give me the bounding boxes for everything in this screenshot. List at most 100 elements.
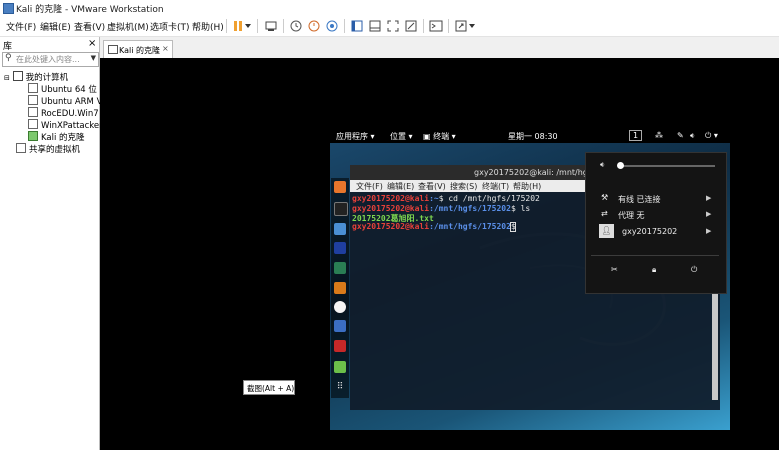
search-placeholder: 在此处键入内容...: [16, 55, 80, 64]
tree-item-shared-vms[interactable]: 共享的虚拟机: [16, 143, 80, 155]
menu-tabs[interactable]: 选项卡(T): [150, 20, 190, 33]
terminal-scrollbar[interactable]: [712, 290, 718, 400]
terminal-menu-search[interactable]: 搜索(S): [450, 181, 477, 192]
library-header: 库 ×: [0, 37, 99, 52]
volume-icon[interactable]: 🔉︎: [690, 131, 695, 141]
library-close-icon[interactable]: ×: [88, 38, 96, 49]
kali-dock: ⠿: [331, 178, 349, 398]
terminal-menu-edit[interactable]: 编辑(E): [387, 181, 414, 192]
tree-item-vm[interactable]: Ubuntu 64 位: [28, 83, 97, 95]
library-search-input[interactable]: ⚲ 在此处键入内容... ▼: [2, 52, 99, 67]
vm-tab-icon: [108, 45, 118, 54]
snapshot-manager-icon[interactable]: [324, 18, 340, 34]
tree-item-vm[interactable]: RocEDU.Win7: [28, 107, 99, 119]
tab-kali-clone[interactable]: Kali 的克隆 ×: [103, 40, 173, 59]
workspace-indicator[interactable]: 1: [629, 130, 643, 141]
tab-close-icon[interactable]: ×: [162, 44, 169, 53]
screenshot-tooltip: 截图(Alt + A): [243, 380, 295, 395]
wired-network-item[interactable]: 有线 已连接: [618, 194, 661, 205]
files-icon[interactable]: [334, 223, 346, 235]
library-title: 库: [3, 42, 13, 52]
terminal-menu-file[interactable]: 文件(F): [356, 181, 383, 192]
terminal-prompt: gxy20175202@kali: [352, 222, 430, 231]
vm-icon: [28, 95, 38, 105]
chevron-right-icon: ▶: [706, 194, 712, 202]
full-screen-icon[interactable]: [385, 18, 401, 34]
network-status-icon[interactable]: ⁂: [655, 131, 663, 140]
terminal-menu-terminal[interactable]: 终端(T): [482, 181, 509, 192]
vm-icon: [28, 119, 38, 129]
volume-slider-handle[interactable]: [617, 162, 624, 169]
terminal-prompt: gxy20175202@kali: [352, 204, 430, 213]
terminal-small-icon: ▣: [423, 132, 434, 141]
show-apps-icon[interactable]: ⠿: [334, 381, 346, 393]
tab-label: Kali 的克隆: [119, 46, 160, 55]
places-menu[interactable]: 位置 ▾: [390, 131, 413, 142]
computer-icon: [12, 71, 23, 81]
terminal-command: $ cd /mnt/hgfs/175202: [438, 194, 540, 203]
menu-vm[interactable]: 虚拟机(M): [107, 20, 149, 33]
applications-menu[interactable]: 应用程序 ▾: [336, 131, 375, 142]
vmware-app-icon: [3, 3, 14, 14]
terminal-menu-view[interactable]: 查看(V): [418, 181, 446, 192]
terminal-path: :/mnt/hgfs/175202: [429, 204, 511, 213]
tree-item-vm[interactable]: Ubuntu ARM V1: [28, 95, 108, 107]
beef-icon[interactable]: [334, 320, 346, 332]
proxy-icon: ⇄: [601, 209, 608, 218]
faraday-icon[interactable]: [334, 340, 346, 352]
proxy-item[interactable]: 代理 无: [618, 210, 645, 221]
menu-file[interactable]: 文件(F): [6, 20, 36, 33]
terminal-menu[interactable]: ▣ 终端 ▾: [423, 131, 456, 142]
metasploit-icon[interactable]: [334, 242, 346, 254]
search-dropdown-icon[interactable]: ▼: [91, 54, 96, 62]
terminal-command: $ ls: [510, 204, 531, 213]
show-library-icon[interactable]: [349, 18, 365, 34]
terminal-icon[interactable]: [334, 202, 348, 216]
power-off-icon[interactable]: ⏻: [691, 265, 697, 275]
armitage-icon[interactable]: [334, 262, 346, 274]
tree-item-vm-selected[interactable]: Kali 的克隆: [28, 131, 85, 143]
pen-icon[interactable]: ✎: [677, 131, 684, 140]
menu-help[interactable]: 帮助(H): [192, 20, 224, 33]
menu-view[interactable]: 查看(V): [74, 20, 105, 33]
user-item[interactable]: gxy20175202: [622, 227, 677, 236]
settings-icon[interactable]: ✂: [611, 265, 618, 274]
tree-item-vm[interactable]: WinXPattacker: [28, 119, 103, 131]
toolbar-separator: [226, 19, 227, 33]
unity-mode-icon[interactable]: [403, 18, 419, 34]
stretch-view-icon[interactable]: [453, 18, 469, 34]
volume-icon: 🔉︎: [600, 160, 606, 169]
shared-vm-icon: [16, 143, 26, 153]
chevron-right-icon: ▶: [706, 210, 712, 218]
volume-slider[interactable]: [621, 165, 715, 167]
thumbnail-bar-icon[interactable]: [367, 18, 383, 34]
menu-edit[interactable]: 编辑(E): [40, 20, 71, 33]
snapshot-icon[interactable]: [288, 18, 304, 34]
console-view-icon[interactable]: [428, 18, 444, 34]
clock[interactable]: 星期一 08:30: [508, 131, 558, 142]
tab-strip: [100, 37, 779, 59]
collapse-icon[interactable]: ⊟: [4, 74, 10, 82]
toolbar-separator: [283, 19, 284, 33]
pause-dropdown-icon[interactable]: [244, 18, 252, 34]
burpsuite-icon[interactable]: [334, 282, 346, 294]
terminal-line: gxy20175202@kali:~$ cd /mnt/hgfs/175202: [352, 194, 540, 203]
menu-divider: [591, 255, 719, 256]
power-icon[interactable]: ⏻ ▾: [705, 131, 718, 141]
terminal-cursor: [510, 222, 516, 232]
terminal-menu-help[interactable]: 帮助(H): [513, 181, 541, 192]
maltego-icon[interactable]: [334, 301, 346, 313]
stretch-dropdown-icon[interactable]: [468, 18, 476, 34]
wired-network-icon: ⚒: [601, 193, 609, 202]
terminal-line: gxy20175202@kali:/mnt/hgfs/175202$: [352, 222, 516, 231]
revert-snapshot-icon[interactable]: [306, 18, 322, 34]
send-ctrl-alt-del-icon[interactable]: [263, 18, 279, 34]
leafpad-icon[interactable]: [334, 361, 346, 373]
search-icon: ⚲: [5, 53, 12, 63]
lock-icon[interactable]: 🔒︎: [652, 265, 656, 275]
tree-item-my-computer[interactable]: ⊟ 我的计算机: [4, 71, 68, 83]
toolbar-separator: [344, 19, 345, 33]
terminal-path: :~: [429, 194, 439, 203]
terminal-path: :/mnt/hgfs/175202: [429, 222, 511, 231]
firefox-icon[interactable]: [334, 181, 346, 193]
